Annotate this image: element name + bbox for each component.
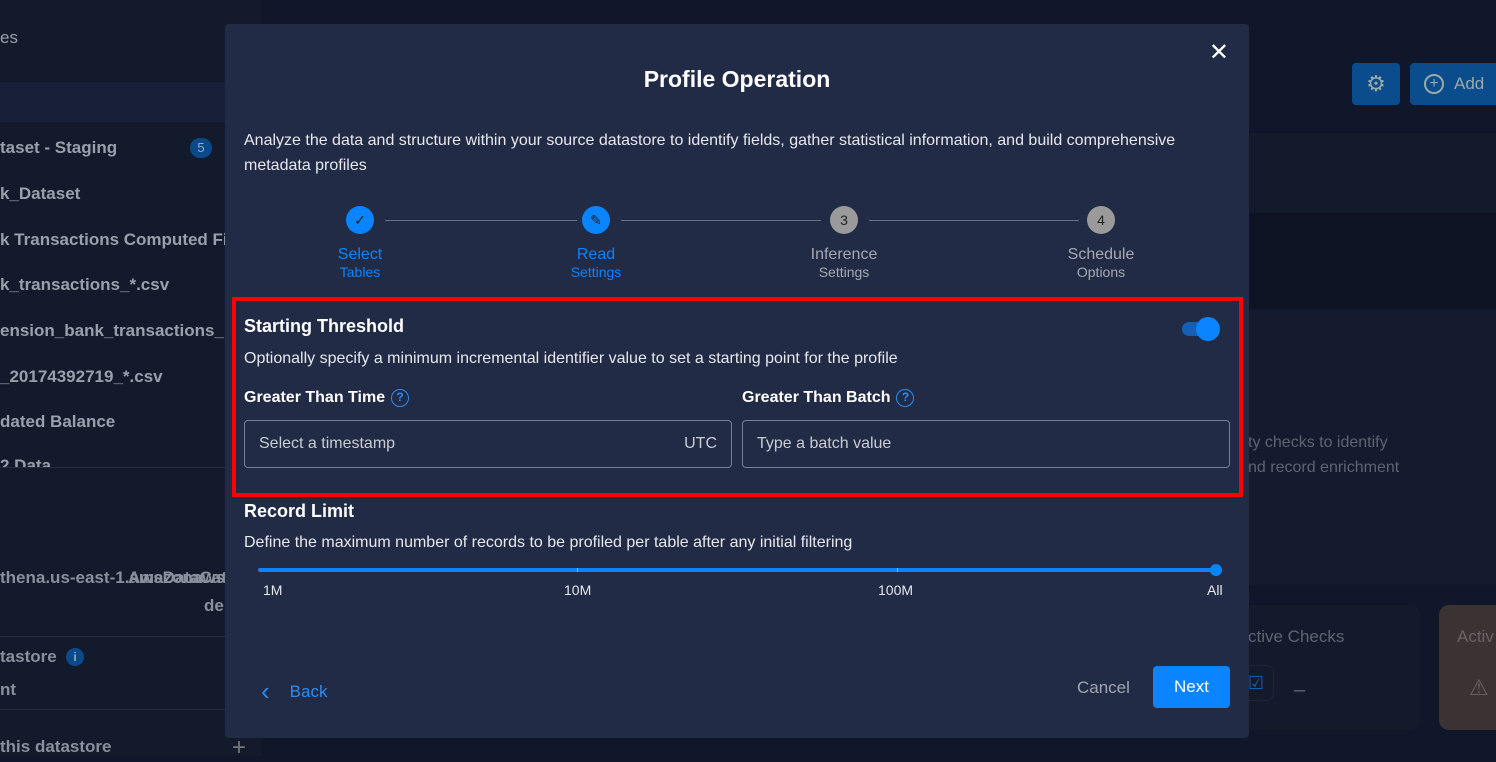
slider-tick [897, 568, 898, 572]
sidebar-title: es [0, 28, 18, 47]
step-number: 4 [1087, 206, 1115, 234]
add-datastore-label: this datastore [0, 737, 112, 756]
step-title: Inference [810, 246, 878, 263]
step-subtitle: Tables [339, 264, 381, 280]
datastore-value: nt [0, 680, 17, 699]
pencil-icon: ✎ [582, 206, 610, 234]
step-select-tables[interactable]: ✓ Select Tables [300, 206, 420, 280]
gear-icon: ⚙ [1366, 71, 1386, 96]
card-text: nd record enrichment [1248, 459, 1400, 476]
tick-label: 10M [564, 582, 592, 598]
divider [0, 709, 262, 710]
active-anomalies-label: Activ [1457, 627, 1494, 646]
sidebar-item[interactable]: _20174392719_*.csv [0, 367, 163, 387]
back-label: Back [289, 681, 328, 701]
warning-icon: ⚠ [1469, 675, 1489, 700]
card-text: ty checks to identify [1248, 434, 1388, 451]
step-title: Select [337, 246, 383, 263]
add-button-label: Add [1454, 74, 1485, 93]
divider [0, 636, 262, 637]
sidebar-item[interactable]: k_Dataset [0, 184, 80, 204]
active-checks-value: – [1294, 679, 1306, 701]
step-title: Schedule [1067, 246, 1135, 263]
sidebar-item[interactable]: k Transactions Computed Fil [0, 230, 232, 250]
toggle-knob [1196, 317, 1220, 341]
help-icon[interactable]: ? [896, 389, 915, 407]
active-anomalies-card[interactable]: Activ ⚠ [1439, 605, 1496, 730]
sidebar-item[interactable]: 2 Data [0, 456, 51, 467]
settings-button[interactable]: ⚙ [1352, 63, 1400, 105]
plus-icon[interactable]: + [232, 734, 246, 762]
sidebar: es taset - Staging 5 k_Dataset k Transac… [0, 0, 262, 761]
step-subtitle: Options [1076, 264, 1126, 280]
utc-suffix: UTC [684, 435, 717, 452]
step-subtitle: Settings [818, 264, 870, 280]
active-checks-card[interactable]: ctive Checks ☑ – [1230, 605, 1420, 730]
step-number: 3 [830, 206, 858, 234]
back-button[interactable]: ‹ Back [261, 676, 327, 707]
datastore-label: tastore [0, 647, 57, 666]
batch-input[interactable]: Type a batch value [742, 420, 1230, 468]
database-value: de [204, 596, 224, 615]
catalog-value: AwsDataCat [128, 568, 227, 587]
step-read-settings[interactable]: ✎ Read Settings [536, 206, 656, 280]
sidebar-item[interactable]: taset - Staging [0, 138, 117, 158]
starting-threshold-title: Starting Threshold [244, 316, 405, 336]
timestamp-input[interactable]: Select a timestamp UTC [244, 420, 732, 468]
modal-description: Analyze the data and structure within yo… [244, 132, 1176, 174]
label-text: Greater Than Time [244, 389, 386, 406]
tick-label: 100M [878, 582, 914, 598]
sidebar-item[interactable]: ension_bank_transactions_ [0, 321, 224, 341]
step-title: Read [576, 246, 616, 263]
record-limit-title: Record Limit [244, 501, 355, 521]
slider-tick [577, 568, 578, 572]
greater-than-batch-label: Greater Than Batch ? [742, 389, 915, 407]
next-button[interactable]: Next [1153, 666, 1230, 708]
profile-operation-modal: ✕ Profile Operation Analyze the data and… [225, 24, 1249, 738]
close-icon[interactable]: ✕ [1209, 38, 1229, 67]
info-icon[interactable]: i [66, 648, 84, 666]
plus-circle-icon: + [1424, 74, 1444, 94]
check-icon: ✓ [346, 206, 374, 234]
starting-threshold-toggle[interactable] [1182, 317, 1220, 341]
label-text: Greater Than Batch [742, 389, 891, 406]
sidebar-item[interactable]: dated Balance [0, 412, 115, 432]
record-limit-description: Define the maximum number of records to … [244, 534, 853, 551]
greater-than-time-label: Greater Than Time ? [244, 389, 410, 407]
header-panel [1245, 133, 1496, 213]
slider-thumb[interactable] [1210, 564, 1222, 576]
record-limit-slider[interactable] [258, 564, 1222, 576]
modal-title: Profile Operation [643, 66, 831, 92]
step-subtitle: Settings [570, 264, 622, 280]
batch-placeholder: Type a batch value [757, 435, 892, 452]
tick-label: 1M [263, 582, 283, 598]
tick-label: All [1207, 582, 1223, 598]
active-checks-label: ctive Checks [1248, 627, 1345, 646]
cancel-button[interactable]: Cancel [1077, 678, 1130, 698]
step-inference-settings[interactable]: 3 Inference Settings [784, 206, 904, 280]
starting-threshold-description: Optionally specify a minimum incremental… [244, 350, 898, 367]
add-button[interactable]: + Add [1410, 63, 1496, 105]
sidebar-selected-row [0, 82, 262, 122]
tab-band [1245, 213, 1496, 308]
step-schedule-options[interactable]: 4 Schedule Options [1041, 206, 1161, 280]
count-badge: 5 [190, 138, 212, 158]
help-icon[interactable]: ? [391, 389, 410, 407]
sidebar-item[interactable]: k_transactions_*.csv [0, 275, 169, 295]
timestamp-placeholder: Select a timestamp [259, 435, 396, 452]
divider [0, 467, 262, 468]
chevron-left-icon: ‹ [261, 676, 270, 706]
